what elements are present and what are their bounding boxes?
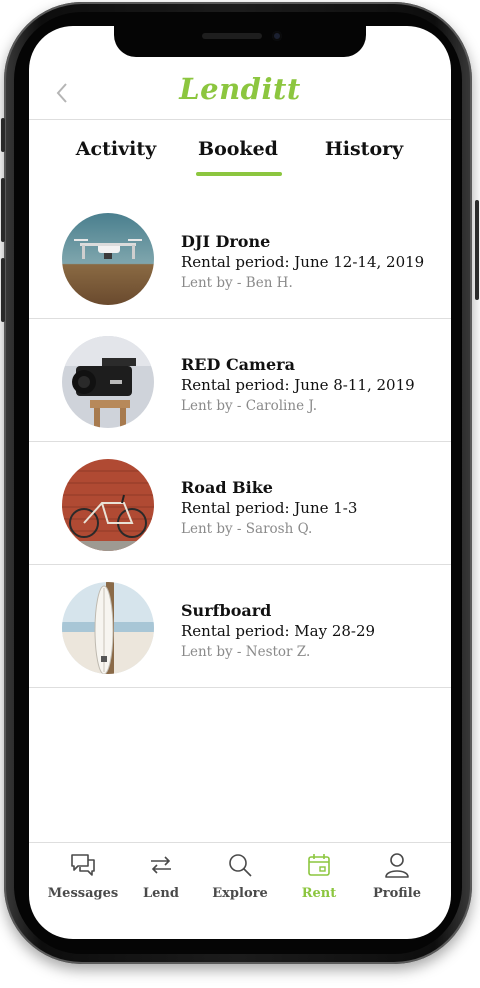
side-button-left-2 — [1, 178, 5, 242]
phone-screen: Lenditt Activity Booked History DJI Dron… — [29, 26, 451, 939]
nav-label: Messages — [47, 886, 119, 901]
rental-period: Rental period: June 12-14, 2019 — [181, 253, 425, 271]
nav-label: Profile — [373, 886, 421, 901]
notch — [114, 26, 366, 57]
brand-logo: Lenditt — [179, 72, 301, 106]
booking-item-surfboard[interactable]: Surfboard Rental period: May 28-29 Lent … — [29, 565, 451, 688]
rental-period: Rental period: June 1-3 — [181, 499, 358, 517]
nav-label: Explore — [212, 886, 268, 901]
tab-activity[interactable]: Activity — [71, 138, 161, 160]
lender-name: Lent by - Sarosh Q. — [181, 521, 313, 537]
tab-bar: Activity Booked History — [29, 130, 451, 176]
side-button-right — [475, 200, 479, 300]
lender-name: Lent by - Ben H. — [181, 275, 293, 291]
rental-period: Rental period: May 28-29 — [181, 622, 376, 640]
nav-divider — [29, 842, 451, 843]
lender-name: Lent by - Caroline J. — [181, 398, 318, 414]
item-title: DJI Drone — [181, 232, 271, 251]
speaker-grille — [202, 33, 262, 39]
user-icon — [385, 853, 409, 878]
nav-label: Rent — [301, 886, 337, 901]
lender-name: Lent by - Nestor Z. — [181, 644, 311, 660]
front-camera — [272, 31, 282, 41]
calendar-icon — [308, 854, 330, 876]
nav-messages[interactable]: Messages — [43, 850, 123, 901]
booking-list: DJI Drone Rental period: June 12-14, 201… — [29, 196, 451, 688]
nav-profile[interactable]: Profile — [357, 850, 437, 901]
drone-photo — [62, 213, 154, 305]
search-icon — [229, 854, 252, 877]
side-button-left-3 — [1, 258, 5, 322]
booking-item-camera[interactable]: RED Camera Rental period: June 8-11, 201… — [29, 319, 451, 442]
item-title: Road Bike — [181, 478, 273, 497]
item-title: RED Camera — [181, 355, 295, 374]
header-divider — [29, 119, 451, 120]
surfboard-photo — [62, 582, 154, 674]
bike-photo — [62, 459, 154, 551]
booking-item-bike[interactable]: Road Bike Rental period: June 1-3 Lent b… — [29, 442, 451, 565]
camera-photo — [62, 336, 154, 428]
swap-arrows-icon — [151, 856, 171, 874]
rental-period: Rental period: June 8-11, 2019 — [181, 376, 415, 394]
nav-rent[interactable]: Rent — [279, 850, 359, 901]
side-button-left-1 — [1, 118, 5, 152]
tab-history[interactable]: History — [319, 138, 409, 160]
nav-explore[interactable]: Explore — [200, 850, 280, 901]
app-header: Lenditt — [29, 70, 451, 120]
bottom-nav: Messages Lend Explore Rent Profile — [29, 844, 451, 914]
nav-lend[interactable]: Lend — [121, 850, 201, 901]
active-tab-indicator — [196, 172, 282, 176]
chat-bubbles-icon — [71, 854, 95, 876]
booking-item-drone[interactable]: DJI Drone Rental period: June 12-14, 201… — [29, 196, 451, 319]
item-title: Surfboard — [181, 601, 272, 620]
tab-booked[interactable]: Booked — [195, 138, 281, 160]
nav-label: Lend — [143, 886, 179, 901]
